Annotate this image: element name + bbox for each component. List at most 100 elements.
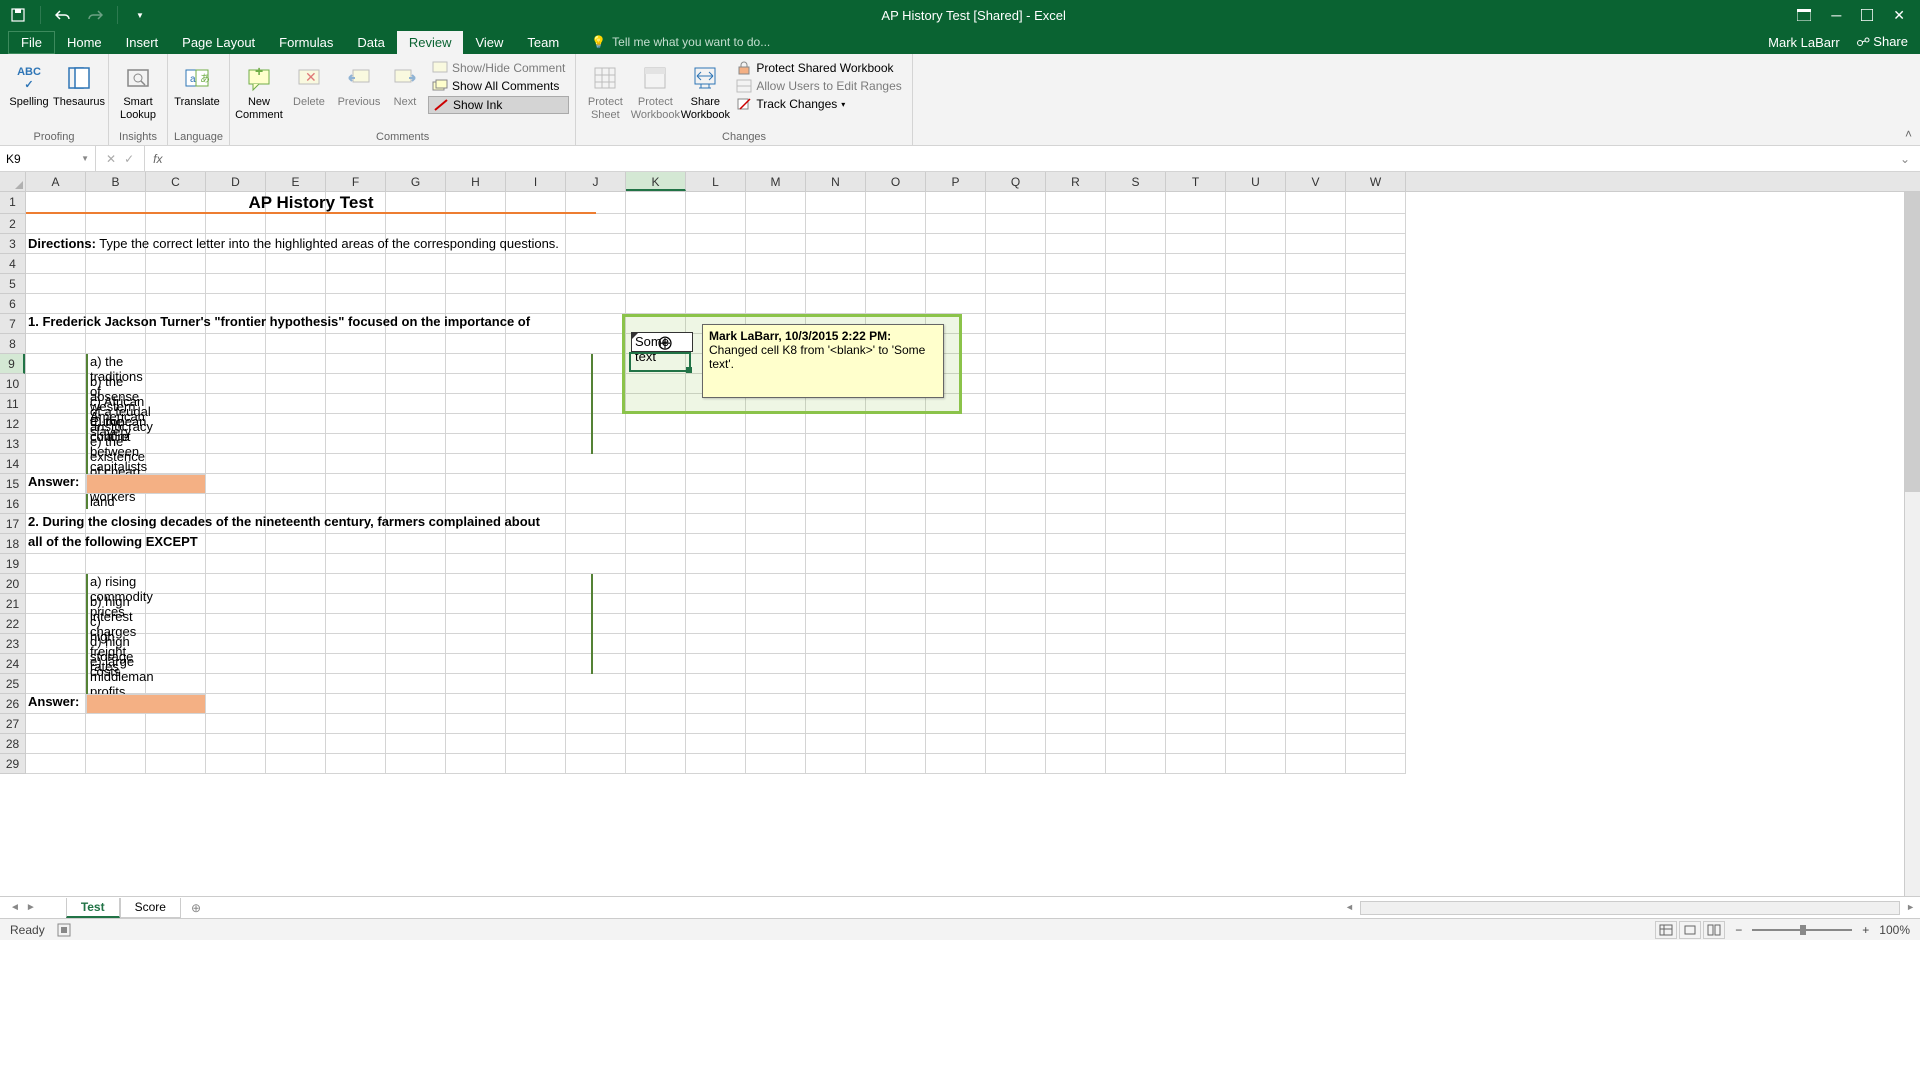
row-header[interactable]: 14	[0, 454, 25, 474]
col-header[interactable]: H	[446, 172, 506, 191]
col-header[interactable]: C	[146, 172, 206, 191]
col-header[interactable]: R	[1046, 172, 1106, 191]
sheet-tab-test[interactable]: Test	[66, 898, 120, 918]
tab-formulas[interactable]: Formulas	[267, 31, 345, 54]
show-ink-button[interactable]: Show Ink	[428, 96, 569, 114]
smart-lookup-button[interactable]: Smart Lookup	[115, 60, 161, 124]
tab-view[interactable]: View	[463, 31, 515, 54]
col-header[interactable]: F	[326, 172, 386, 191]
tab-data[interactable]: Data	[345, 31, 396, 54]
scrollbar-thumb[interactable]	[1905, 192, 1920, 492]
col-header[interactable]: S	[1106, 172, 1166, 191]
row-header[interactable]: 7	[0, 314, 25, 334]
enter-formula-icon[interactable]: ✓	[124, 152, 134, 166]
tab-home[interactable]: Home	[55, 31, 114, 54]
fill-handle[interactable]	[686, 367, 692, 373]
show-hide-comment-button[interactable]: Show/Hide Comment	[428, 60, 569, 76]
row-header[interactable]: 13	[0, 434, 25, 454]
grid-body[interactable]: AP History Test Directions: Type the cor…	[26, 192, 1920, 896]
col-header[interactable]: I	[506, 172, 566, 191]
answer-box-2[interactable]	[86, 694, 206, 714]
row-header[interactable]: 23	[0, 634, 25, 654]
row-header[interactable]: 28	[0, 734, 25, 754]
macro-record-icon[interactable]	[57, 923, 71, 937]
normal-view-button[interactable]	[1655, 921, 1677, 939]
minimize-icon[interactable]: ─	[1831, 7, 1841, 23]
row-header[interactable]: 21	[0, 594, 25, 614]
answer-box-1[interactable]	[86, 474, 206, 494]
row-header[interactable]: 12	[0, 414, 25, 434]
undo-icon[interactable]	[53, 5, 73, 25]
chevron-down-icon[interactable]: ▼	[81, 154, 89, 163]
share-workbook-button[interactable]: Share Workbook	[682, 60, 728, 124]
delete-comment-button[interactable]: ✕ Delete	[286, 60, 332, 111]
row-header[interactable]: 11	[0, 394, 25, 414]
col-header[interactable]: E	[266, 172, 326, 191]
col-header[interactable]: U	[1226, 172, 1286, 191]
show-all-comments-button[interactable]: Show All Comments	[428, 78, 569, 94]
col-header[interactable]: P	[926, 172, 986, 191]
col-header[interactable]: O	[866, 172, 926, 191]
next-comment-button[interactable]: Next	[386, 60, 424, 111]
row-header[interactable]: 19	[0, 554, 25, 574]
col-header[interactable]: J	[566, 172, 626, 191]
row-header[interactable]: 29	[0, 754, 25, 774]
col-header[interactable]: L	[686, 172, 746, 191]
cancel-formula-icon[interactable]: ✕	[106, 152, 116, 166]
row-header[interactable]: 25	[0, 674, 25, 694]
row-header[interactable]: 8	[0, 334, 25, 354]
row-header[interactable]: 27	[0, 714, 25, 734]
row-header[interactable]: 17	[0, 514, 25, 534]
row-header[interactable]: 20	[0, 574, 25, 594]
zoom-level[interactable]: 100%	[1879, 923, 1910, 937]
col-header[interactable]: M	[746, 172, 806, 191]
sheet-nav-next-icon[interactable]: ►	[26, 902, 36, 913]
row-header[interactable]: 10	[0, 374, 25, 394]
row-header[interactable]: 3	[0, 234, 25, 254]
row-header[interactable]: 4	[0, 254, 25, 274]
maximize-icon[interactable]	[1861, 9, 1873, 21]
spelling-button[interactable]: ABC✓ Spelling	[6, 60, 52, 111]
qat-customize-icon[interactable]: ▼	[130, 5, 150, 25]
row-header[interactable]: 16	[0, 494, 25, 514]
row-header[interactable]: 6	[0, 294, 25, 314]
protect-sheet-button[interactable]: Protect Sheet	[582, 60, 628, 124]
sheet-nav-prev-icon[interactable]: ◄	[10, 902, 20, 913]
row-header[interactable]: 26	[0, 694, 25, 714]
track-changes-button[interactable]: Track Changes ▾	[732, 96, 905, 112]
expand-formula-icon[interactable]: ⌄	[1890, 152, 1920, 166]
col-header[interactable]: G	[386, 172, 446, 191]
horizontal-scrollbar[interactable]	[1360, 901, 1900, 915]
select-all-button[interactable]	[0, 172, 26, 192]
user-name[interactable]: Mark LaBarr	[1768, 35, 1840, 50]
protect-shared-button[interactable]: Protect Shared Workbook	[732, 60, 905, 76]
col-header[interactable]: T	[1166, 172, 1226, 191]
col-header[interactable]: B	[86, 172, 146, 191]
tab-file[interactable]: File	[8, 31, 55, 54]
zoom-slider[interactable]	[1752, 929, 1852, 931]
row-header[interactable]: 18	[0, 534, 25, 554]
row-header[interactable]: 24	[0, 654, 25, 674]
col-header[interactable]: V	[1286, 172, 1346, 191]
row-header[interactable]: 1	[0, 192, 25, 214]
close-icon[interactable]: ✕	[1893, 7, 1905, 24]
vertical-scrollbar[interactable]	[1904, 192, 1920, 896]
thesaurus-button[interactable]: Thesaurus	[56, 60, 102, 111]
col-header[interactable]: W	[1346, 172, 1406, 191]
name-box[interactable]: K9 ▼	[0, 146, 96, 171]
selected-cell-k9[interactable]	[629, 352, 691, 372]
row-header[interactable]: 15	[0, 474, 25, 494]
save-icon[interactable]	[8, 5, 28, 25]
translate-button[interactable]: aあ Translate	[174, 60, 220, 111]
redo-icon[interactable]	[85, 5, 105, 25]
row-header[interactable]: 22	[0, 614, 25, 634]
tab-team[interactable]: Team	[515, 31, 571, 54]
tab-insert[interactable]: Insert	[114, 31, 171, 54]
page-break-view-button[interactable]	[1703, 921, 1725, 939]
zoom-out-button[interactable]: −	[1735, 923, 1742, 937]
row-header[interactable]: 9	[0, 354, 25, 374]
collapse-ribbon-icon[interactable]: ˄	[1905, 127, 1912, 141]
allow-users-button[interactable]: Allow Users to Edit Ranges	[732, 78, 905, 94]
share-button[interactable]: Share	[1856, 34, 1908, 50]
previous-comment-button[interactable]: Previous	[336, 60, 382, 111]
